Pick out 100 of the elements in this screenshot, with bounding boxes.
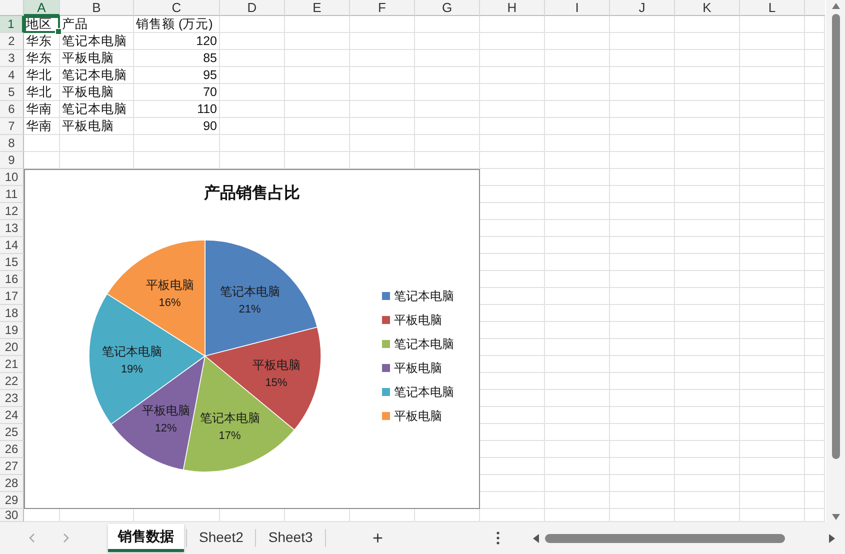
- empty-cell[interactable]: [675, 492, 740, 509]
- empty-cell[interactable]: [675, 135, 740, 152]
- empty-cell[interactable]: [805, 50, 825, 67]
- empty-cell[interactable]: [545, 407, 610, 424]
- empty-cell[interactable]: [740, 67, 805, 84]
- empty-cell[interactable]: [675, 67, 740, 84]
- empty-cell[interactable]: [220, 16, 285, 33]
- empty-cell[interactable]: [350, 50, 415, 67]
- empty-cell[interactable]: [805, 84, 825, 101]
- empty-cell[interactable]: [740, 186, 805, 203]
- empty-cell[interactable]: [545, 305, 610, 322]
- table-cell[interactable]: 95: [134, 67, 220, 84]
- empty-cell[interactable]: [675, 84, 740, 101]
- empty-cell[interactable]: [545, 237, 610, 254]
- row-header[interactable]: 26: [0, 441, 24, 458]
- empty-cell[interactable]: [805, 322, 825, 339]
- table-cell[interactable]: 平板电脑: [60, 118, 134, 135]
- empty-cell[interactable]: [805, 101, 825, 118]
- empty-cell[interactable]: [480, 84, 545, 101]
- row-header[interactable]: 8: [0, 135, 24, 152]
- column-header[interactable]: D: [220, 0, 285, 16]
- empty-cell[interactable]: [675, 339, 740, 356]
- empty-cell[interactable]: [675, 254, 740, 271]
- scroll-right-icon[interactable]: [829, 534, 835, 542]
- empty-cell[interactable]: [805, 237, 825, 254]
- empty-cell[interactable]: [545, 475, 610, 492]
- empty-cell[interactable]: [350, 33, 415, 50]
- empty-cell[interactable]: [740, 458, 805, 475]
- row-header[interactable]: 18: [0, 305, 24, 322]
- row-header[interactable]: 19: [0, 322, 24, 339]
- empty-cell[interactable]: [610, 288, 675, 305]
- empty-cell[interactable]: [415, 118, 480, 135]
- empty-cell[interactable]: [545, 288, 610, 305]
- empty-cell[interactable]: [740, 135, 805, 152]
- empty-cell[interactable]: [805, 67, 825, 84]
- sheet-tab[interactable]: Sheet3: [258, 524, 323, 552]
- empty-cell[interactable]: [675, 407, 740, 424]
- empty-cell[interactable]: [545, 458, 610, 475]
- empty-cell[interactable]: [610, 101, 675, 118]
- empty-cell[interactable]: [610, 169, 675, 186]
- empty-cell[interactable]: [220, 84, 285, 101]
- table-cell[interactable]: 90: [134, 118, 220, 135]
- table-cell[interactable]: 110: [134, 101, 220, 118]
- empty-cell[interactable]: [285, 67, 350, 84]
- empty-cell[interactable]: [740, 475, 805, 492]
- row-header[interactable]: 21: [0, 356, 24, 373]
- empty-cell[interactable]: [220, 118, 285, 135]
- empty-cell[interactable]: [675, 424, 740, 441]
- empty-cell[interactable]: [675, 169, 740, 186]
- empty-cell[interactable]: [740, 118, 805, 135]
- empty-cell[interactable]: [740, 169, 805, 186]
- empty-cell[interactable]: [610, 135, 675, 152]
- empty-cell[interactable]: [610, 16, 675, 33]
- empty-cell[interactable]: [675, 475, 740, 492]
- empty-cell[interactable]: [480, 152, 545, 169]
- column-header[interactable]: E: [285, 0, 350, 16]
- empty-cell[interactable]: [740, 390, 805, 407]
- empty-cell[interactable]: [545, 390, 610, 407]
- empty-cell[interactable]: [350, 101, 415, 118]
- sheet-tab[interactable]: Sheet2: [189, 524, 254, 552]
- empty-cell[interactable]: [805, 373, 825, 390]
- empty-cell[interactable]: [740, 373, 805, 390]
- empty-cell[interactable]: [740, 203, 805, 220]
- empty-cell[interactable]: [545, 373, 610, 390]
- empty-cell[interactable]: [545, 118, 610, 135]
- empty-cell[interactable]: [220, 101, 285, 118]
- add-sheet-button[interactable]: +: [368, 528, 388, 548]
- empty-cell[interactable]: [285, 135, 350, 152]
- empty-cell[interactable]: [350, 16, 415, 33]
- empty-cell[interactable]: [415, 50, 480, 67]
- row-header[interactable]: 2: [0, 33, 24, 50]
- table-cell[interactable]: 85: [134, 50, 220, 67]
- empty-cell[interactable]: [545, 186, 610, 203]
- row-header[interactable]: 22: [0, 373, 24, 390]
- empty-cell[interactable]: [480, 67, 545, 84]
- scroll-up-icon[interactable]: [832, 3, 840, 9]
- empty-cell[interactable]: [610, 390, 675, 407]
- sheet-tab[interactable]: 销售数据: [108, 524, 184, 552]
- empty-cell[interactable]: [610, 84, 675, 101]
- row-header[interactable]: 16: [0, 271, 24, 288]
- scroll-thumb[interactable]: [832, 14, 840, 459]
- empty-cell[interactable]: [740, 237, 805, 254]
- empty-cell[interactable]: [805, 33, 825, 50]
- empty-cell[interactable]: [740, 152, 805, 169]
- empty-cell[interactable]: [805, 407, 825, 424]
- empty-cell[interactable]: [610, 356, 675, 373]
- row-header[interactable]: 9: [0, 152, 24, 169]
- row-header[interactable]: 12: [0, 203, 24, 220]
- empty-cell[interactable]: [610, 254, 675, 271]
- empty-cell[interactable]: [545, 254, 610, 271]
- row-header[interactable]: 27: [0, 458, 24, 475]
- empty-cell[interactable]: [610, 152, 675, 169]
- empty-cell[interactable]: [285, 118, 350, 135]
- empty-cell[interactable]: [610, 203, 675, 220]
- empty-cell[interactable]: [285, 84, 350, 101]
- empty-cell[interactable]: [740, 271, 805, 288]
- empty-cell[interactable]: [545, 16, 610, 33]
- empty-cell[interactable]: [675, 118, 740, 135]
- table-cell[interactable]: 平板电脑: [60, 50, 134, 67]
- scroll-thumb[interactable]: [545, 534, 785, 542]
